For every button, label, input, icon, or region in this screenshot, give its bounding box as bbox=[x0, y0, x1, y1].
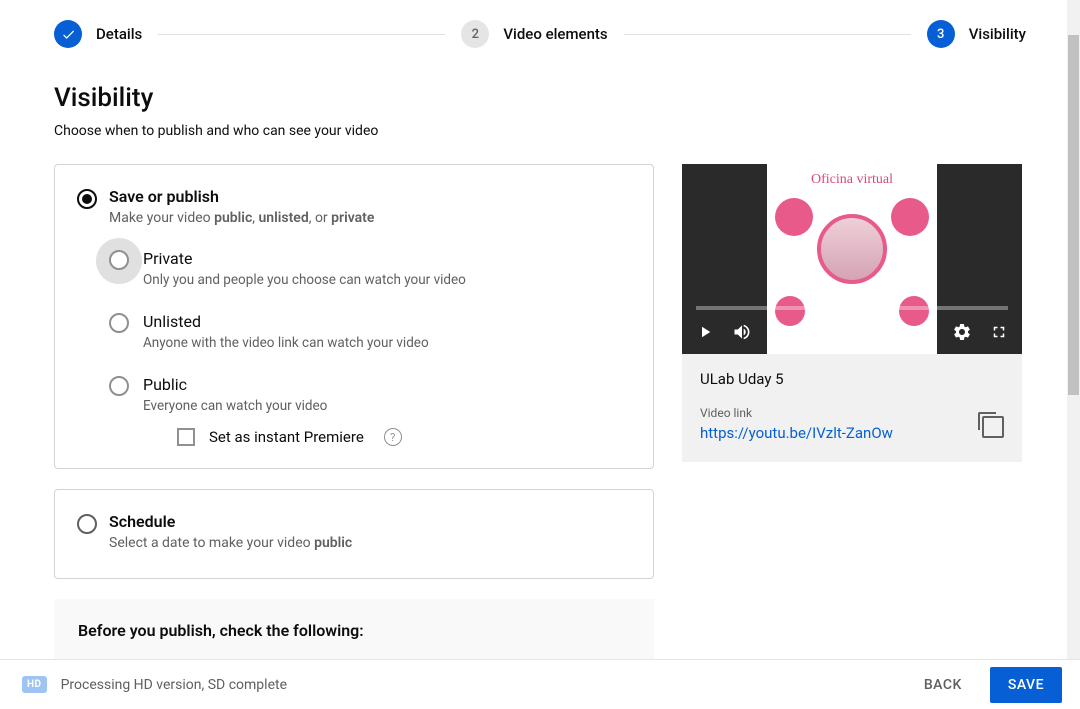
step-divider bbox=[158, 34, 445, 35]
save-button[interactable]: SAVE bbox=[990, 667, 1062, 703]
footer-bar: HD Processing HD version, SD complete BA… bbox=[0, 659, 1080, 709]
step-divider bbox=[624, 34, 911, 35]
save-publish-desc: Make your video public, unlisted, or pri… bbox=[109, 210, 374, 226]
time-display: 0:00 / 0:05 bbox=[770, 325, 837, 340]
step-label: Video elements bbox=[503, 25, 607, 43]
video-player[interactable]: Oficina virtual bbox=[682, 164, 1022, 354]
video-preview-card: Oficina virtual bbox=[682, 164, 1022, 462]
processing-status: Processing HD version, SD complete bbox=[61, 677, 287, 693]
save-publish-radio[interactable] bbox=[77, 189, 97, 209]
schedule-card[interactable]: Schedule Select a date to make your vide… bbox=[54, 489, 654, 579]
step-visibility[interactable]: 3 Visibility bbox=[927, 20, 1026, 48]
copy-icon[interactable] bbox=[982, 416, 1004, 438]
back-button[interactable]: BACK bbox=[910, 667, 976, 703]
play-icon[interactable] bbox=[696, 323, 714, 341]
gear-icon[interactable] bbox=[952, 322, 972, 342]
hd-badge-icon: HD bbox=[22, 676, 47, 693]
help-icon[interactable]: ? bbox=[384, 428, 402, 446]
step-details[interactable]: Details bbox=[54, 20, 142, 48]
public-radio[interactable] bbox=[109, 376, 129, 396]
schedule-title: Schedule bbox=[109, 512, 352, 531]
page-subtitle: Choose when to publish and who can see y… bbox=[54, 123, 1026, 139]
schedule-radio[interactable] bbox=[77, 514, 97, 534]
save-publish-title: Save or publish bbox=[109, 187, 374, 206]
public-desc: Everyone can watch your video bbox=[143, 398, 402, 414]
link-label: Video link bbox=[700, 406, 893, 420]
step-label: Details bbox=[96, 25, 142, 43]
scrollbar-thumb[interactable] bbox=[1068, 35, 1079, 395]
private-radio[interactable] bbox=[109, 250, 129, 270]
private-title: Private bbox=[143, 249, 466, 268]
scrollbar[interactable] bbox=[1067, 0, 1080, 659]
premiere-checkbox[interactable] bbox=[177, 428, 195, 446]
option-private[interactable]: Private Only you and people you choose c… bbox=[109, 249, 631, 288]
save-or-publish-card: Save or publish Make your video public, … bbox=[54, 164, 654, 469]
option-public[interactable]: Public Everyone can watch your video Set… bbox=[109, 375, 631, 446]
video-title: ULab Uday 5 bbox=[700, 370, 1004, 388]
public-title: Public bbox=[143, 375, 402, 394]
step-video-elements[interactable]: 2 Video elements bbox=[461, 20, 607, 48]
step-label: Visibility bbox=[969, 25, 1026, 43]
before-publish-title: Before you publish, check the following: bbox=[78, 621, 630, 640]
private-desc: Only you and people you choose can watch… bbox=[143, 272, 466, 288]
fullscreen-icon[interactable] bbox=[990, 323, 1008, 341]
option-unlisted[interactable]: Unlisted Anyone with the video link can … bbox=[109, 312, 631, 351]
premiere-label: Set as instant Premiere bbox=[209, 428, 364, 446]
step-number-icon: 2 bbox=[461, 20, 489, 48]
unlisted-title: Unlisted bbox=[143, 312, 429, 331]
before-publish-box: Before you publish, check the following: bbox=[54, 599, 654, 660]
step-number-icon: 3 bbox=[927, 20, 955, 48]
unlisted-desc: Anyone with the video link can watch you… bbox=[143, 335, 429, 351]
volume-icon[interactable] bbox=[732, 322, 752, 342]
upload-stepper: Details 2 Video elements 3 Visibility bbox=[54, 20, 1026, 48]
unlisted-radio[interactable] bbox=[109, 313, 129, 333]
video-link[interactable]: https://youtu.be/IVzlt-ZanOw bbox=[700, 424, 893, 442]
player-controls: 0:00 / 0:05 bbox=[682, 310, 1022, 354]
page-title: Visibility bbox=[54, 83, 1026, 113]
schedule-desc: Select a date to make your video public bbox=[109, 535, 352, 551]
check-icon bbox=[54, 20, 82, 48]
